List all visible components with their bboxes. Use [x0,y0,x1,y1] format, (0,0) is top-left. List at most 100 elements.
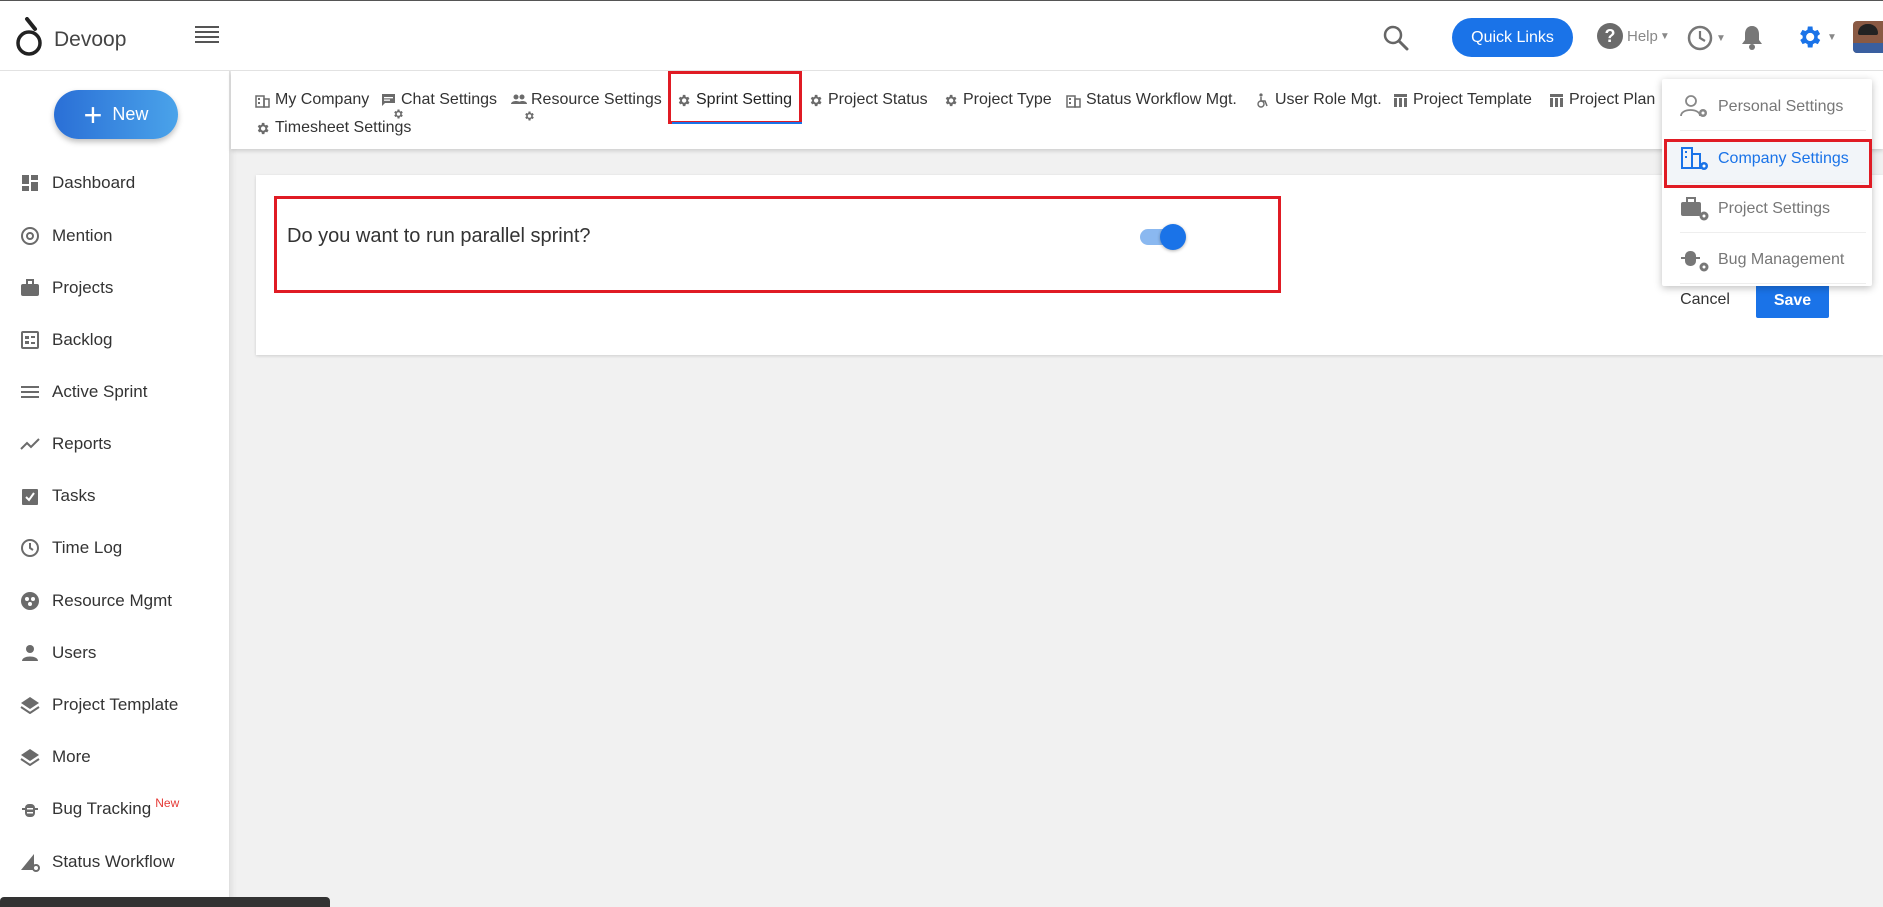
table-icon [1549,92,1565,108]
gear-icon [1800,26,1821,48]
tab-my-company[interactable]: My Company [255,88,369,112]
tab-project-template[interactable]: Project Template [1393,88,1532,112]
cancel-button[interactable]: Cancel [1668,284,1742,316]
sidebar-item-active-sprint[interactable]: Active Sprint [0,372,230,412]
help-icon: ? [1597,23,1623,49]
settings-menu-item-label: Bug Management [1718,250,1845,268]
sidebar-item-time-log[interactable]: Time Log [0,528,230,568]
backlog-icon [20,330,40,350]
tab-label: User Role Mgt. [1275,91,1382,108]
tab-project-plan[interactable]: Project Plan [1549,88,1655,112]
lines-icon [20,382,40,402]
sidebar-item-label: Backlog [52,330,113,349]
caret-down-icon: ▼ [1827,31,1837,43]
tab-label: Chat Settings [401,91,498,108]
sidebar-item-label: Bug Tracking [52,799,152,818]
user-icon [20,643,40,663]
menu-toggle-icon[interactable] [195,26,219,46]
recent-history-menu[interactable]: ▼ [1686,24,1726,52]
settings-menu-item-label: Personal Settings [1718,97,1844,115]
tab-label: Project Type [963,91,1052,108]
tab-label: Timesheet Settings [275,119,412,136]
sidebar-item-tasks[interactable]: Tasks [0,476,230,516]
sidebar-item-status-workflow[interactable]: Status Workflow [0,842,230,882]
sidebar-item-projects[interactable]: Projects [0,268,230,308]
notifications-bell-icon[interactable] [1740,24,1764,55]
parallel-sprint-toggle[interactable] [1140,223,1186,251]
tab-status-workflow-mgt[interactable]: Status Workflow Mgt. [1066,88,1237,112]
quick-links-button[interactable]: Quick Links [1452,18,1573,57]
sidebar-item-label: Mention [52,226,113,245]
tab-label: Resource Settings [531,91,662,108]
search-icon[interactable] [1383,25,1409,51]
settings-menu-item-personal-settings[interactable]: Personal Settings [1680,83,1866,131]
sidebar-item-label: Project Template [52,695,179,714]
building-gear-icon [1680,144,1710,174]
sidebar-item-label: Users [52,643,97,662]
bug-icon [20,799,40,819]
new-badge: New [155,796,180,810]
sidebar-item-reports[interactable]: Reports [0,424,230,464]
caret-down-icon: ▼ [1716,32,1726,44]
tab-highlight-box [668,71,802,124]
tab-user-role-mgt[interactable]: User Role Mgt. [1255,88,1382,112]
sidebar-item-more[interactable]: More [0,737,230,777]
gear-icon [808,92,824,108]
gear-icon [523,109,535,121]
new-button[interactable]: + New [54,90,178,139]
sidebar-item-project-template[interactable]: Project Template [0,685,230,725]
clock-icon [1687,25,1713,51]
settings-menu-trigger[interactable]: ▼ [1795,23,1837,51]
sidebar-item-label: More [52,747,91,766]
plus-icon: + [83,96,103,133]
clock-icon [20,538,40,558]
sidebar-item-bug-tracking[interactable]: Bug Tracking New [0,789,230,829]
sidebar-item-dashboard[interactable]: Dashboard [0,163,230,203]
toggle-knob [1160,224,1186,250]
sidebar-item-users[interactable]: Users [0,633,230,673]
settings-menu-item-company-settings[interactable]: Company Settings [1680,135,1866,183]
user-avatar[interactable] [1853,21,1883,53]
dashboard-icon [20,173,40,193]
tab-label: Project Plan [1569,91,1656,108]
parallel-sprint-question: Do you want to run parallel sprint? [287,225,591,247]
brand-logo[interactable]: Devoop [14,17,126,59]
settings-menu-item-bug-management[interactable]: Bug Management [1680,236,1866,284]
briefcase-icon [20,278,40,298]
brand-name: Devoop [54,28,127,51]
at-icon [20,226,40,246]
tab-timesheet-settings[interactable]: Timesheet Settings [255,116,411,140]
tab-label: Project Template [1413,91,1532,108]
tab-project-type[interactable]: Project Type [943,88,1052,112]
sidebar-item-mention[interactable]: Mention [0,216,230,256]
gear-icon [255,120,271,136]
tab-project-status[interactable]: Project Status [808,88,928,112]
active-tab-underline [672,122,802,124]
tooltip-bar [0,897,330,907]
sidebar-item-label: Tasks [52,486,96,505]
sidebar-item-label: Resource Mgmt [52,591,172,610]
help-menu[interactable]: ? Help ▼ [1597,23,1670,49]
sidebar-item-resource-mgmt[interactable]: Resource Mgmt [0,581,230,621]
settings-menu-item-label: Project Settings [1718,199,1831,217]
settings-menu-item-project-settings[interactable]: Project Settings [1680,185,1866,233]
clipboard-check-icon [20,486,40,506]
save-button[interactable]: Save [1756,284,1829,318]
sidebar-item-label: Time Log [52,538,123,557]
chat-gear-icon [381,92,397,108]
gear-icon [392,107,404,119]
tab-label: My Company [275,91,370,108]
briefcase-gear-icon [1680,194,1710,224]
table-icon [1393,92,1409,108]
top-header: Devoop Quick Links ? Help ▼ ▼ ▼ [0,0,1883,71]
sidebar-item-backlog[interactable]: Backlog [0,320,230,360]
sidebar-item-label: Dashboard [52,173,136,192]
help-label: Help [1627,27,1658,45]
workflow-icon [20,852,40,872]
devoop-logo-icon [14,17,44,59]
tab-label: Status Workflow Mgt. [1086,91,1237,108]
resource-icon [20,591,40,611]
trend-icon [20,434,40,454]
accessible-icon [1255,92,1271,108]
person-gear-icon [1680,92,1710,122]
